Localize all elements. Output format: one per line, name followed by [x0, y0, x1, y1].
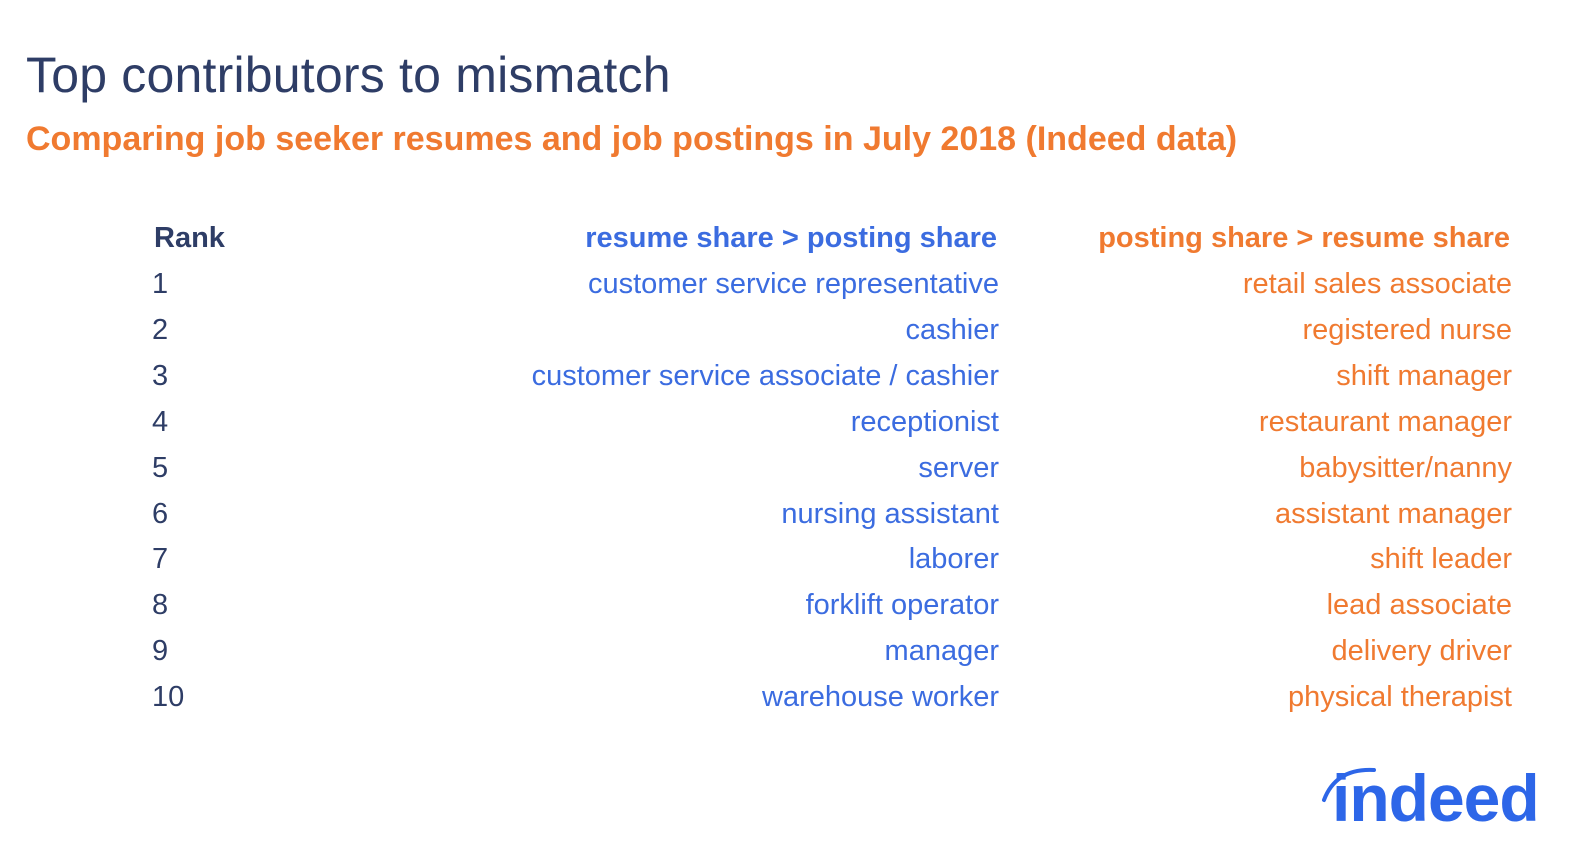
resume-cell: customer service representative [588, 268, 999, 300]
table-row: 9 manager delivery driver [0, 635, 1572, 681]
posting-cell: assistant manager [1275, 497, 1512, 530]
posting-cell: shift manager [1336, 359, 1512, 392]
rank-cell: 1 [152, 268, 169, 300]
header-rank: Rank [154, 222, 225, 254]
rank-cell: 5 [152, 451, 169, 484]
rank-cell: 9 [152, 635, 169, 668]
table-row: 5 server babysitter/nanny [0, 452, 1572, 498]
posting-cell: babysitter/nanny [1299, 451, 1512, 484]
table-row: 3 customer service associate / cashier shi… [0, 360, 1572, 406]
posting-cell: shift leader [1370, 543, 1512, 576]
posting-cell: retail sales associate [1242, 268, 1512, 300]
posting-cell: lead associate [1326, 589, 1512, 622]
rank-cell: 8 [152, 589, 169, 622]
rank-cell: 3 [152, 359, 169, 392]
rank-cell: 2 [152, 313, 169, 346]
rank-cell: 7 [152, 543, 169, 576]
header-resume-share: resume share > posting share [585, 222, 997, 254]
resume-cell: laborer [908, 543, 999, 576]
page-title: Top contributors to mismatch [26, 47, 671, 103]
resume-cell: receptionist [850, 405, 999, 438]
resume-cell: nursing assistant [781, 497, 999, 530]
table-row: 10 warehouse worker physical therapist [0, 681, 1572, 727]
rank-cell: 4 [152, 405, 169, 438]
table-row: 7 laborer shift leader [0, 543, 1572, 589]
table-row: 2 cashier registered nurse [0, 314, 1572, 360]
indeed-logo: indeed [1318, 760, 1548, 840]
resume-cell: manager [884, 635, 999, 668]
indeed-wordmark: indeed [1332, 761, 1540, 835]
posting-cell: registered nurse [1302, 313, 1512, 346]
table-row: 1 customer service representative retail s… [0, 268, 1572, 314]
posting-cell: restaurant manager [1258, 405, 1512, 438]
rank-cell: 10 [152, 681, 185, 714]
header-posting-share: posting share > resume share [1098, 222, 1510, 254]
resume-cell: customer service associate / cashier [531, 359, 999, 392]
table-row: 4 receptionist restaurant manager [0, 406, 1572, 452]
table-row: 6 nursing assistant assistant manager [0, 498, 1572, 544]
resume-cell: warehouse worker [762, 681, 999, 714]
rank-cell: 6 [152, 497, 169, 530]
table-row: 8 forklift operator lead associate [0, 589, 1572, 635]
page-subtitle: Comparing job seeker resumes and job pos… [26, 120, 1238, 158]
posting-cell: physical therapist [1287, 681, 1512, 714]
resume-cell: server [918, 451, 999, 484]
resume-cell: forklift operator [805, 589, 999, 622]
resume-cell: cashier [905, 313, 1000, 346]
posting-cell: delivery driver [1331, 635, 1513, 668]
